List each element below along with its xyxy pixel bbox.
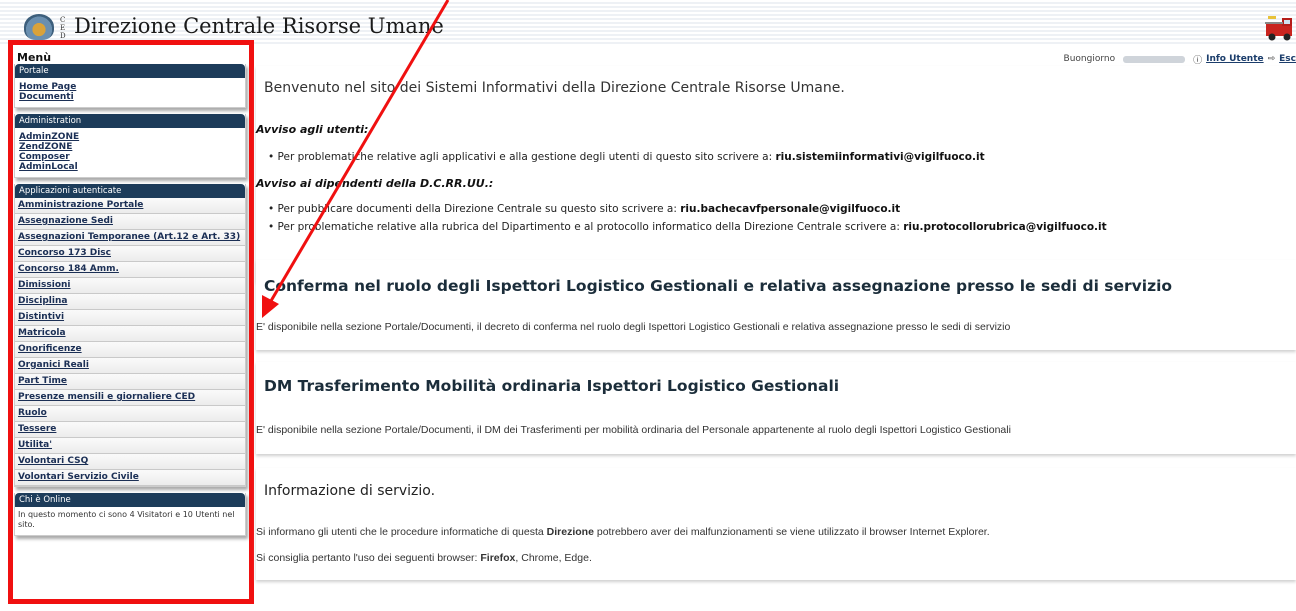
notice-staff-bullet-1: • Per pubblicare documenti della Direzio… — [268, 203, 901, 215]
app-link-ruolo[interactable]: Ruolo — [15, 406, 245, 422]
ced-letter: C — [60, 16, 66, 24]
service-info-title: Informazione di servizio. — [264, 483, 436, 499]
app-link-assegnazioni-temporanee[interactable]: Assegnazioni Temporanee (Art.12 e Art. 3… — [15, 230, 245, 246]
app-link-concorso-173[interactable]: Concorso 173 Disc — [15, 246, 245, 262]
news-1-title: Conferma nel ruolo degli Ispettori Logis… — [264, 277, 1173, 295]
service-info-line-2-bold: Firefox — [480, 552, 516, 564]
administration-heading: Administration — [15, 114, 245, 128]
logo-icon — [24, 14, 54, 40]
app-link-volontari-csq[interactable]: Volontari CSQ — [15, 454, 245, 470]
app-link-dimissioni[interactable]: Dimissioni — [15, 278, 245, 294]
news-panel-2: DM Trasferimento Mobilità ordinaria Ispe… — [256, 362, 1296, 454]
service-info-line-1-pre: Si informano gli utenti che le procedure… — [256, 526, 547, 538]
username-redacted — [1123, 55, 1186, 63]
fire-truck-icon — [1265, 16, 1292, 41]
service-info-line-2-post: , Chrome, Edge. — [515, 552, 592, 564]
app-link-presenze[interactable]: Presenze mensili e giornaliere CED — [15, 390, 245, 406]
menu-link-adminzone[interactable]: AdminZONE — [19, 132, 241, 142]
service-info-panel: Informazione di servizio. Si informano g… — [256, 468, 1296, 580]
service-info-line-2-pre: Si consiglia pertanto l'uso dei seguenti… — [256, 552, 481, 564]
info-user-link[interactable]: Info Utente — [1206, 54, 1264, 64]
service-info-line-1-bold: Direzione — [546, 526, 594, 538]
menu-link-composer[interactable]: Composer — [19, 152, 241, 162]
email-sistemi-informativi[interactable]: riu.sistemiinformativi@vigilfuoco.it — [776, 151, 985, 163]
app-link-onorificenze[interactable]: Onorificenze — [15, 342, 245, 358]
app-link-distintivi[interactable]: Distintivi — [15, 310, 245, 326]
app-link-part-time[interactable]: Part Time — [15, 374, 245, 390]
notice-staff-text-1: Per pubblicare documenti della Direzione… — [277, 203, 681, 215]
ced-vertical-label: C E D — [60, 16, 66, 40]
app-link-tessere[interactable]: Tessere — [15, 422, 245, 438]
menu-link-zendzone[interactable]: ZendZONE — [19, 142, 241, 152]
welcome-text: Benvenuto nel sito dei Sistemi Informati… — [264, 80, 845, 96]
sidebar-menu: Menù Portale Home Page Documenti Adminis… — [14, 51, 246, 542]
notice-staff-text-2: Per problematiche relative alla rubrica … — [277, 221, 904, 233]
service-info-line-1: Si informano gli utenti che le procedure… — [256, 526, 990, 538]
applications-heading: Applicazioni autenticate — [15, 184, 245, 198]
menu-link-home-page[interactable]: Home Page — [19, 82, 241, 92]
notice-staff-heading: Avviso ai dipendenti della D.C.RR.UU.: — [256, 177, 494, 190]
service-info-line-2: Si consiglia pertanto l'uso dei seguenti… — [256, 552, 592, 564]
app-link-utilita[interactable]: Utilita' — [15, 438, 245, 454]
ced-letter: E — [60, 24, 66, 32]
online-box: Chi è Online In questo momento ci sono 4… — [14, 493, 246, 536]
app-link-concorso-184[interactable]: Concorso 184 Amm. — [15, 262, 245, 278]
news-panel-1: Conferma nel ruolo degli Ispettori Logis… — [256, 260, 1296, 350]
user-bar: Buongiorno ⓘ Info Utente ⇨ Esc — [1064, 52, 1296, 66]
news-2-text: E' disponibile nella sezione Portale/Doc… — [256, 424, 1011, 436]
notice-users-heading: Avviso agli utenti: — [256, 123, 369, 136]
app-link-volontari-servizio-civile[interactable]: Volontari Servizio Civile — [15, 470, 245, 486]
news-1-text: E' disponibile nella sezione Portale/Doc… — [256, 321, 1011, 333]
welcome-panel: Benvenuto nel sito dei Sistemi Informati… — [256, 66, 1296, 282]
news-2-title: DM Trasferimento Mobilità ordinaria Ispe… — [264, 377, 840, 395]
info-user-icon: ⓘ — [1193, 55, 1203, 66]
online-heading: Chi è Online — [15, 493, 245, 507]
applications-box: Applicazioni autenticate Amministrazione… — [14, 184, 246, 487]
app-link-matricola[interactable]: Matricola — [15, 326, 245, 342]
email-bacheca[interactable]: riu.bachecavfpersonale@vigilfuoco.it — [680, 203, 900, 215]
online-status-text: In questo momento ci sono 4 Visitatori e… — [18, 510, 235, 529]
site-title: Direzione Centrale Risorse Umane — [74, 14, 444, 38]
menu-link-documenti[interactable]: Documenti — [19, 92, 241, 102]
service-info-line-1-post: potrebbero aver dei malfunzionamenti se … — [593, 526, 990, 538]
notice-users-bullet: • Per problematiche relative agli applic… — [268, 151, 985, 163]
site-header: C E D Direzione Centrale Risorse Umane — [0, 0, 1296, 44]
portale-box: Portale Home Page Documenti — [14, 64, 246, 108]
administration-box: Administration AdminZONE ZendZONE Compos… — [14, 114, 246, 178]
app-link-disciplina[interactable]: Disciplina — [15, 294, 245, 310]
menu-link-adminlocal[interactable]: AdminLocal — [19, 162, 241, 172]
ced-letter: D — [60, 32, 66, 40]
greeting-text: Buongiorno — [1063, 54, 1116, 64]
app-link-amministrazione-portale[interactable]: Amministrazione Portale — [15, 198, 245, 214]
exit-link[interactable]: Esc — [1279, 54, 1296, 64]
menu-title: Menù — [17, 51, 52, 64]
app-link-organici-reali[interactable]: Organici Reali — [15, 358, 245, 374]
portale-heading: Portale — [15, 64, 245, 78]
notice-staff-bullet-2: • Per problematiche relative alla rubric… — [268, 221, 1107, 233]
exit-icon: ⇨ — [1267, 54, 1276, 64]
email-protocollo-rubrica[interactable]: riu.protocollorubrica@vigilfuoco.it — [903, 221, 1106, 233]
notice-users-text: Per problematiche relative agli applicat… — [277, 151, 776, 163]
app-link-assegnazione-sedi[interactable]: Assegnazione Sedi — [15, 214, 245, 230]
